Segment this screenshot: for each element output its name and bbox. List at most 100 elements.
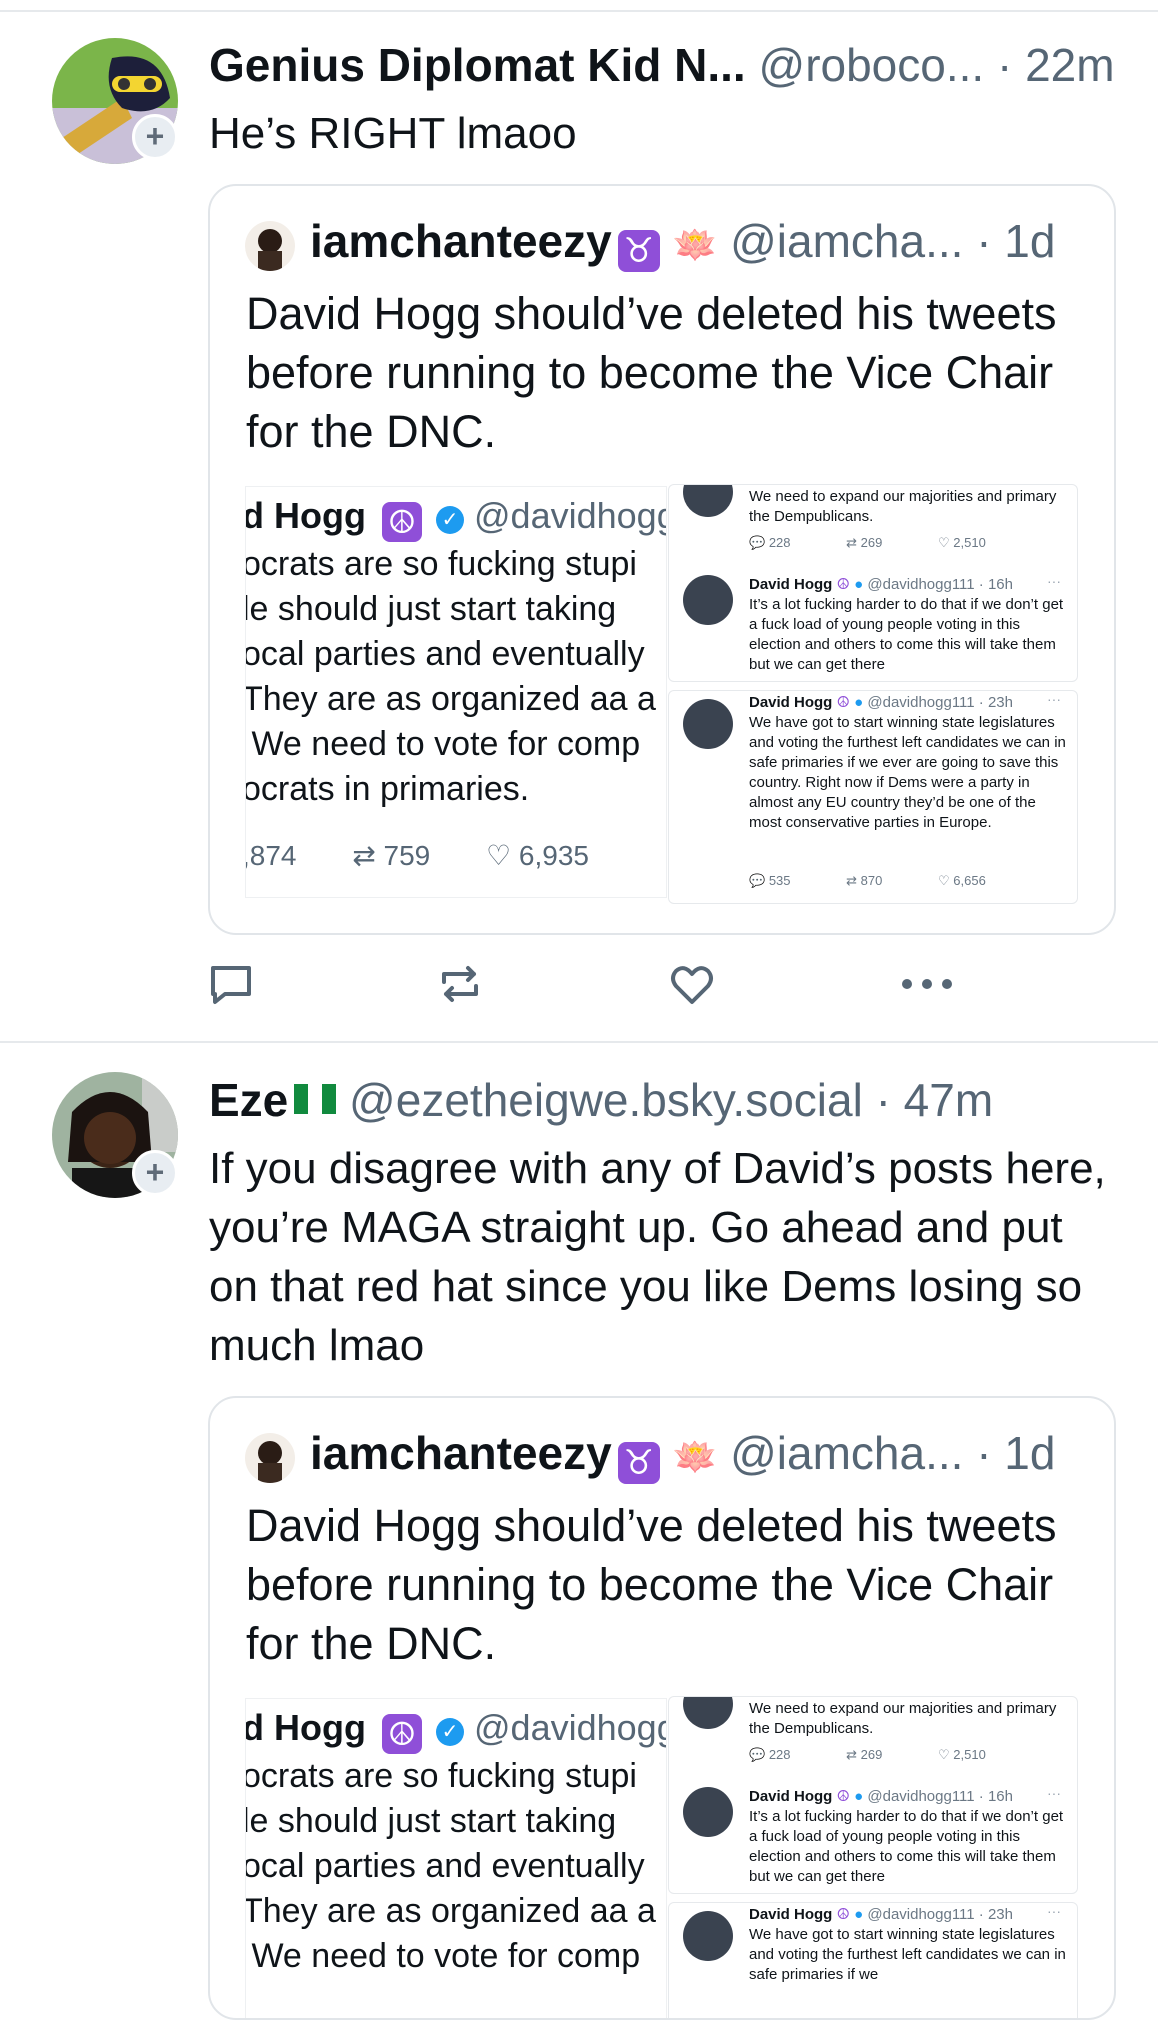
peace-icon: ☮ — [836, 694, 850, 711]
timestamp: · 22m — [996, 39, 1115, 91]
verified-icon: ● — [854, 576, 864, 593]
reply-count: 💬 228 — [749, 535, 791, 550]
repost-count: ⇄ 870 — [846, 873, 883, 888]
verified-icon: ✓ — [436, 506, 464, 534]
repost-icon: ⇄ — [352, 840, 376, 871]
lotus-icon: 🪷 — [672, 224, 718, 265]
mini-avatar — [683, 1697, 733, 1729]
screenshot-name: d Hogg — [245, 495, 366, 536]
mini-stats: 💬 228 ⇄ 269 ♡ 2,510 — [749, 535, 1038, 551]
display-name[interactable]: Genius Diplomat Kid N... — [209, 39, 746, 91]
mini-name: David Hogg — [749, 1906, 833, 1923]
repost-count: ⇄ 269 — [846, 1747, 883, 1762]
peace-icon: ☮ — [836, 576, 850, 593]
mini-tweet-card: David Hogg ☮ ● @davidhogg111 · 23h ··· W… — [668, 1902, 1078, 2018]
screenshot-line: le should just start taking — [245, 1802, 617, 1840]
follow-button[interactable]: + — [132, 1150, 178, 1196]
quoted-post[interactable]: iamchanteezy ♉ 🪷 @iamcha... · 1d David Ho… — [208, 184, 1116, 935]
mini-stats: 💬 228 ⇄ 269 ♡ 2,510 — [749, 1747, 1038, 1763]
screenshot-line: They are as organized aa a — [245, 1892, 656, 1930]
taurus-icon: ♉ — [617, 230, 660, 272]
reply-count: ,874 — [245, 840, 297, 871]
follow-button[interactable]: + — [132, 114, 178, 160]
mini-handle: @davidhogg111 · 16h — [867, 576, 1013, 593]
quote-avatar — [245, 1433, 295, 1483]
mini-handle: @davidhogg111 · 23h — [867, 694, 1013, 711]
screenshot-line: ocal parties and eventually — [245, 1847, 645, 1885]
quote-text: David Hogg should’ve deleted his tweets … — [246, 288, 1057, 457]
more-icon: ··· — [1047, 1903, 1061, 1919]
quote-handle[interactable]: @iamcha... — [730, 215, 963, 267]
repost-icon[interactable] — [436, 960, 484, 1013]
mini-handle: @davidhogg111 · 16h — [867, 1788, 1013, 1805]
quote-handle[interactable]: @iamcha... — [730, 1427, 963, 1479]
repost-count: 759 — [383, 840, 431, 871]
screenshot-stats: ,874 ⇄ 759 ♡ 6,935 — [245, 839, 589, 872]
peace-icon: ☮ — [836, 1906, 850, 1923]
mini-tweet-card: David Hogg ☮ ● @davidhogg111 · 23h ··· W… — [668, 690, 1078, 904]
post-header: Genius Diplomat Kid N... @roboco... · 22… — [209, 38, 1115, 92]
mini-name: David Hogg — [749, 576, 833, 593]
divider — [0, 10, 1158, 12]
mini-text: It’s a lot fucking harder to do that if … — [749, 1808, 1064, 1885]
handle[interactable]: @roboco... — [759, 39, 985, 91]
reply-count: 💬 228 — [749, 1747, 791, 1762]
mini-tweet-card: We need to expand our majorities and pri… — [668, 484, 1078, 682]
screenshot-image-left[interactable]: d Hogg ☮ ✓ @davidhogg ocrats are so fuck… — [245, 486, 667, 898]
post-text: If you disagree with any of David’s post… — [209, 1144, 1106, 1370]
like-icon[interactable] — [668, 960, 716, 1013]
reply-icon[interactable] — [207, 960, 255, 1013]
verified-icon: ✓ — [436, 1718, 464, 1746]
quote-header: iamchanteezy ♉ 🪷 @iamcha... · 1d — [310, 214, 1055, 272]
screenshot-name: d Hogg — [245, 1707, 366, 1748]
screenshot-line: ocal parties and eventually — [245, 635, 645, 673]
post-text: He’s RIGHT lmaoo — [209, 109, 577, 158]
post-header: Eze @ezetheigwe.bsky.social · 47m — [209, 1073, 993, 1127]
screenshot-image-right[interactable]: We need to expand our majorities and pri… — [668, 1696, 1078, 2018]
quote-timestamp: · 1d — [976, 215, 1056, 267]
more-icon[interactable] — [899, 966, 955, 1007]
quote-header: iamchanteezy ♉ 🪷 @iamcha... · 1d — [310, 1426, 1055, 1484]
quoted-post[interactable]: iamchanteezy ♉ 🪷 @iamcha... · 1d David Ho… — [208, 1396, 1116, 2020]
screenshot-line: They are as organized aa a — [245, 680, 656, 718]
mini-header: David Hogg ☮ ● @davidhogg111 · 23h — [749, 693, 1013, 711]
quote-display-name[interactable]: iamchanteezy — [310, 1427, 612, 1479]
heart-icon: ♡ — [486, 840, 512, 871]
more-icon: ··· — [1047, 573, 1061, 589]
mini-text: We have got to start winning state legis… — [749, 714, 1066, 831]
screenshot-header: d Hogg ☮ ✓ @davidhogg — [245, 495, 667, 542]
screenshot-line: ocrats are so fucking stupi — [245, 545, 637, 583]
mini-text: We need to expand our majorities and pri… — [749, 1700, 1057, 1737]
lotus-icon: 🪷 — [672, 1436, 718, 1477]
mini-text: We need to expand our majorities and pri… — [749, 488, 1057, 525]
screenshot-line: We need to vote for comp — [245, 725, 641, 763]
verified-icon: ● — [854, 1788, 864, 1805]
quote-timestamp: · 1d — [976, 1427, 1056, 1479]
like-count: 6,935 — [518, 840, 589, 871]
verified-icon: ● — [854, 694, 864, 711]
screenshot-line: We need to vote for comp — [245, 1937, 641, 1975]
reply-count: 💬 535 — [749, 873, 791, 888]
screenshot-handle: @davidhogg — [474, 495, 667, 536]
screenshot-image-left[interactable]: d Hogg ☮ ✓ @davidhogg ocrats are so fuck… — [245, 1698, 667, 2018]
screenshot-image-right[interactable]: We need to expand our majorities and pri… — [668, 484, 1078, 904]
mini-avatar — [683, 1911, 733, 1961]
quote-display-name[interactable]: iamchanteezy — [310, 215, 612, 267]
repost-count: ⇄ 269 — [846, 535, 883, 550]
screenshot-line: ocrats are so fucking stupi — [245, 1757, 637, 1795]
mini-text: We have got to start winning state legis… — [749, 1926, 1066, 1983]
mini-stats: 💬 535 ⇄ 870 ♡ 6,656 — [749, 873, 1038, 889]
mini-avatar — [683, 1787, 733, 1837]
peace-icon: ☮ — [381, 1714, 422, 1754]
handle[interactable]: @ezetheigwe.bsky.social — [349, 1074, 863, 1126]
nigeria-flag-icon — [294, 1084, 337, 1114]
mini-name: David Hogg — [749, 1788, 833, 1805]
mini-avatar — [683, 699, 733, 749]
mini-header: David Hogg ☮ ● @davidhogg111 · 16h — [749, 1787, 1013, 1805]
more-icon: ··· — [1047, 691, 1061, 707]
display-name[interactable]: Eze — [209, 1074, 288, 1126]
more-icon: ··· — [1047, 1785, 1061, 1801]
timestamp: · 47m — [875, 1074, 994, 1126]
screenshot-line: ocrats in primaries. — [245, 770, 530, 808]
like-count: ♡ 2,510 — [937, 1747, 986, 1762]
